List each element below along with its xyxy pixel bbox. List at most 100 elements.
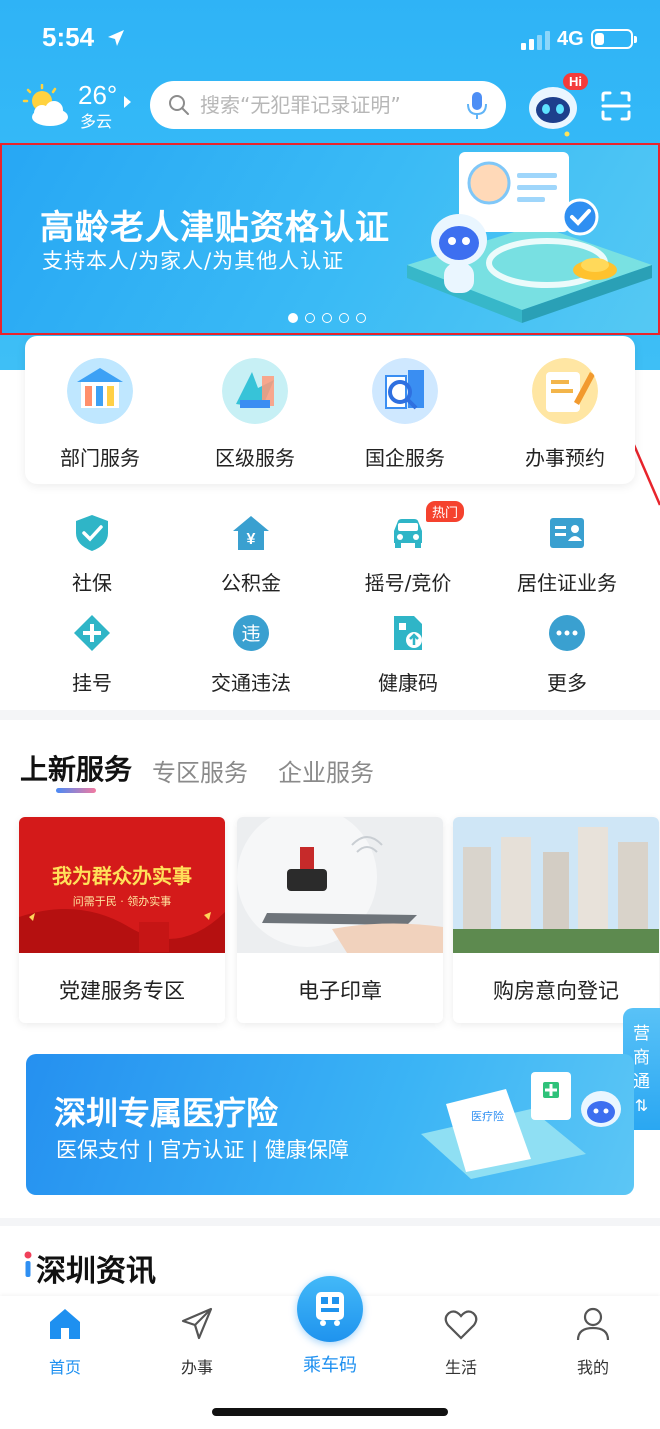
id-card-icon: [550, 518, 584, 548]
promo-banner[interactable]: 高龄老人津贴资格认证 支持本人/为家人/为其他人认证: [0, 143, 660, 335]
scan-icon[interactable]: [600, 90, 632, 122]
bus-qr-icon: [316, 1292, 344, 1326]
svg-text:医疗险: 医疗险: [471, 1109, 504, 1123]
svg-text:问需于民 · 领办实事: 问需于民 · 领办实事: [73, 894, 172, 908]
temperature: 26°: [78, 80, 118, 110]
partly-cloudy-icon[interactable]: [22, 84, 72, 128]
pagination-dot[interactable]: [305, 313, 315, 323]
clock: 5:54: [42, 22, 95, 52]
feature-card-party-building[interactable]: 我为群众办实事 问需于民 · 领办实事 党建服务专区: [19, 817, 225, 1023]
district-icon: [222, 358, 288, 424]
section-tabs: 上新服务 专区服务 企业服务: [20, 748, 640, 798]
weather-expand-icon[interactable]: [124, 96, 131, 108]
house-yen-icon: ¥: [233, 516, 269, 550]
service-appointment[interactable]: 办事预约: [490, 358, 640, 471]
search-input[interactable]: [198, 88, 458, 122]
pagination-dot[interactable]: [322, 313, 332, 323]
news-mark-icon: [24, 1251, 32, 1277]
card-label: 购房意向登记: [493, 979, 619, 1003]
banner-pagination: [288, 313, 366, 323]
service-soe[interactable]: 国企服务: [330, 358, 480, 471]
svg-text:我为群众办实事: 我为群众办实事: [52, 864, 192, 888]
banner-subtitle: 支持本人/为家人/为其他人认证: [42, 249, 345, 273]
grid-label: 公积金: [221, 571, 281, 595]
appointment-icon: [532, 358, 598, 424]
home-icon: [50, 1309, 80, 1339]
service-department[interactable]: 部门服务: [25, 358, 175, 471]
svg-text:¥: ¥: [247, 531, 256, 548]
status-bar: 5:54 4G: [0, 0, 660, 80]
ride-code-label: 乘车码: [303, 1355, 357, 1376]
search-icon: [169, 95, 189, 115]
housing-image: [453, 817, 659, 953]
tab-new-services[interactable]: 上新服务: [20, 748, 132, 788]
network-type: 4G: [557, 28, 584, 50]
banner-illustration: [407, 152, 652, 323]
shield-check-icon: [76, 515, 108, 551]
grid-item-traffic-violation[interactable]: 违 交通违法: [176, 613, 326, 696]
banner-title: 高龄老人津贴资格认证: [40, 208, 390, 248]
plus-diamond-icon: [74, 615, 110, 651]
search-bar[interactable]: [150, 81, 506, 129]
service-label: 办事预约: [525, 446, 605, 470]
top-header: 26° 多云 Hi: [0, 73, 660, 138]
microphone-icon[interactable]: [466, 91, 488, 121]
tab-label: 首页: [48, 1358, 81, 1377]
party-building-image: 我为群众办实事 问需于民 · 领办实事: [19, 817, 225, 953]
service-categories-card: 部门服务 区级服务 国企服务 办事预约: [25, 336, 635, 484]
weather-condition: 多云: [80, 112, 113, 131]
traffic-violation-icon: 违: [233, 615, 269, 651]
heart-icon: [444, 1310, 478, 1340]
medical-banner-title: 深圳专属医疗险: [54, 1094, 279, 1132]
tab-affairs[interactable]: 办事: [147, 1306, 247, 1378]
health-code-icon: [394, 616, 422, 650]
more-icon: [549, 615, 585, 651]
service-label: 国企服务: [365, 446, 445, 470]
tab-enterprise-services[interactable]: 企业服务: [278, 753, 374, 788]
department-icon: [67, 358, 133, 424]
section-divider: [0, 710, 660, 720]
service-label: 区级服务: [215, 446, 295, 470]
assistant-hi-badge: Hi: [563, 73, 588, 90]
ride-code-button[interactable]: [297, 1276, 363, 1342]
pagination-dot[interactable]: [356, 313, 366, 323]
tab-zone-services[interactable]: 专区服务: [152, 753, 248, 788]
grid-label: 更多: [547, 671, 587, 695]
service-label: 部门服务: [60, 446, 140, 470]
grid-item-residence-permit[interactable]: 居住证业务: [492, 513, 642, 596]
location-arrow-icon: [108, 30, 124, 46]
medical-insurance-banner[interactable]: 深圳专属医疗险 医保支付 | 官方认证 | 健康保障 医疗险: [26, 1054, 634, 1195]
medical-banner-subtitle: 医保支付 | 官方认证 | 健康保障: [56, 1138, 349, 1162]
tab-home[interactable]: 首页: [15, 1306, 115, 1378]
grid-item-health-code[interactable]: 健康码: [333, 613, 483, 696]
user-icon: [576, 1307, 610, 1341]
pagination-dot[interactable]: [288, 313, 298, 323]
grid-label: 健康码: [378, 671, 438, 695]
card-label: 电子印章: [298, 979, 382, 1003]
pagination-dot[interactable]: [339, 313, 349, 323]
service-district[interactable]: 区级服务: [180, 358, 330, 471]
section-divider: [0, 1218, 660, 1226]
news-section-title: 深圳资讯: [36, 1254, 156, 1289]
svg-text:违: 违: [241, 623, 260, 645]
tab-profile[interactable]: 我的: [543, 1306, 643, 1378]
grid-label: 居住证业务: [517, 571, 617, 595]
grid-item-registration[interactable]: 挂号: [17, 613, 167, 696]
tab-label: 生活: [444, 1358, 477, 1377]
tab-label: 办事: [180, 1358, 213, 1377]
grid-item-lottery[interactable]: 摇号/竞价: [333, 513, 483, 596]
home-indicator: [212, 1408, 448, 1416]
battery-icon: [591, 29, 637, 49]
grid-item-housing-fund[interactable]: ¥ 公积金: [176, 513, 326, 596]
tab-life[interactable]: 生活: [411, 1306, 511, 1378]
feature-card-e-seal[interactable]: 电子印章: [237, 817, 443, 1023]
hot-badge: 热门: [426, 501, 465, 522]
feature-card-house-purchase[interactable]: 购房意向登记: [453, 817, 659, 1023]
send-icon: [181, 1307, 213, 1340]
grid-item-social-security[interactable]: 社保: [17, 513, 167, 596]
grid-item-more[interactable]: 更多: [492, 613, 642, 696]
car-icon: [394, 519, 422, 548]
card-label: 党建服务专区: [59, 979, 185, 1003]
grid-label: 交通违法: [211, 671, 291, 695]
tab-label: 我的: [576, 1358, 609, 1377]
